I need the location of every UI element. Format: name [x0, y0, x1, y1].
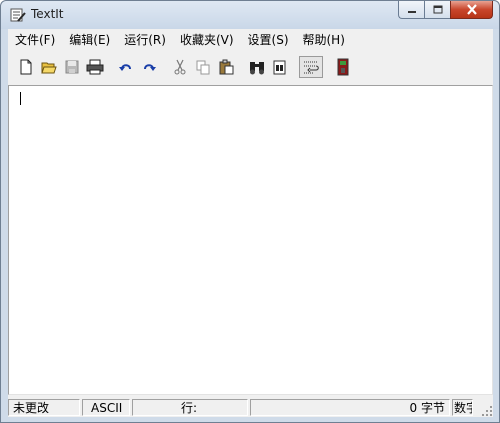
status-encoding: ASCII: [82, 399, 130, 416]
menu-edit[interactable]: 编辑(E): [62, 30, 117, 50]
paste-icon: [219, 59, 233, 75]
menu-file[interactable]: 文件(F): [8, 30, 62, 50]
copy-icon: [196, 60, 209, 75]
app-window: TextIt 文件(F) 编辑(E) 运行(R) 收藏夹(V) 设置(S) 帮助…: [0, 0, 500, 423]
print-button[interactable]: [83, 56, 106, 78]
open-button[interactable]: [37, 56, 60, 78]
copy-button[interactable]: [191, 56, 214, 78]
app-icon: [10, 8, 26, 22]
word-wrap-toggle[interactable]: [299, 56, 323, 78]
toolbar: [8, 53, 493, 81]
minimize-button[interactable]: [398, 1, 424, 19]
minimize-icon: [407, 10, 416, 13]
text-caret: [20, 92, 21, 105]
caption-buttons: [398, 1, 493, 21]
cut-button[interactable]: [168, 56, 191, 78]
undo-button[interactable]: [114, 56, 137, 78]
new-file-icon: [20, 59, 31, 75]
status-bar: 未更改 ASCII 行: 0 字节 数字: [8, 398, 493, 417]
status-bytes: 0 字节: [250, 399, 450, 416]
close-icon: [466, 4, 477, 15]
title-bar[interactable]: TextIt: [1, 1, 499, 29]
save-button[interactable]: [60, 56, 83, 78]
menu-favorites[interactable]: 收藏夹(V): [173, 30, 241, 50]
menu-settings[interactable]: 设置(S): [241, 30, 296, 50]
find-icon: [249, 62, 264, 75]
text-editor[interactable]: [8, 85, 493, 395]
maximize-icon: [433, 5, 442, 14]
find-replace-icon: [273, 60, 285, 75]
status-line: 行:: [132, 399, 248, 416]
save-icon: [65, 60, 78, 74]
new-file-button[interactable]: [14, 56, 37, 78]
find-replace-button[interactable]: [268, 56, 291, 78]
resize-grip-icon[interactable]: [481, 405, 493, 417]
menu-help[interactable]: 帮助(H): [296, 30, 352, 50]
cut-icon: [174, 59, 185, 75]
menu-bar: 文件(F) 编辑(E) 运行(R) 收藏夹(V) 设置(S) 帮助(H): [8, 29, 493, 51]
open-folder-icon: [40, 62, 57, 74]
run-button[interactable]: [331, 56, 354, 78]
maximize-button[interactable]: [424, 1, 450, 19]
close-button[interactable]: [450, 1, 493, 19]
redo-button[interactable]: [137, 56, 160, 78]
word-wrap-icon: [304, 61, 319, 74]
run-icon: [337, 58, 348, 76]
window-title: TextIt: [31, 7, 64, 21]
print-icon: [86, 59, 103, 75]
menu-run[interactable]: 运行(R): [117, 30, 173, 50]
find-button[interactable]: [245, 56, 268, 78]
paste-button[interactable]: [214, 56, 237, 78]
redo-icon: [143, 64, 156, 71]
undo-icon: [118, 64, 131, 71]
status-mode: 数字: [452, 399, 473, 416]
status-modified: 未更改: [8, 399, 80, 416]
client-area: 文件(F) 编辑(E) 运行(R) 收藏夹(V) 设置(S) 帮助(H) 未更改…: [8, 29, 493, 417]
